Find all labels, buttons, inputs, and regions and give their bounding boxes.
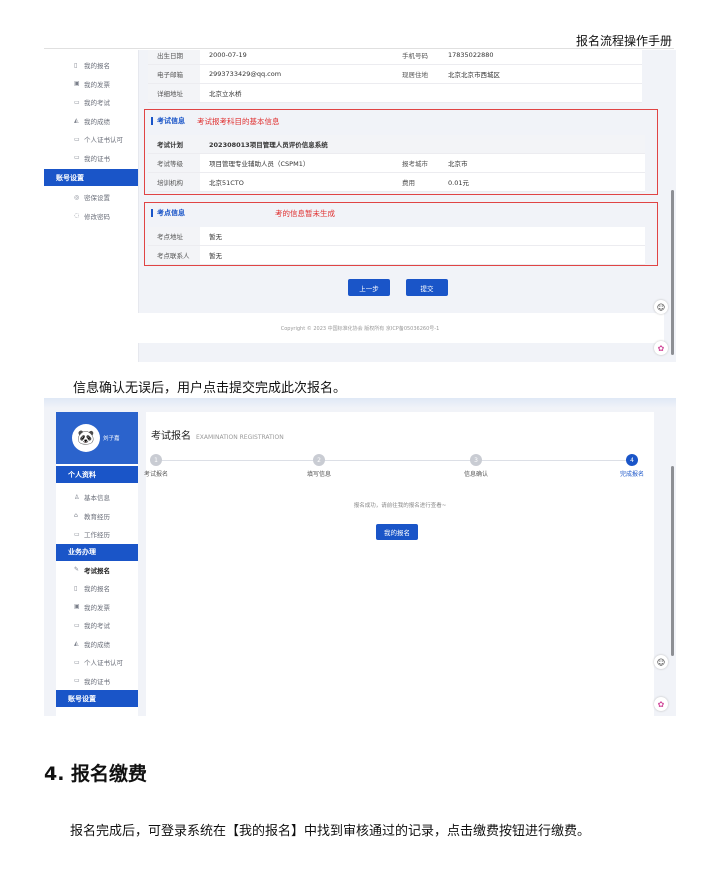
step-1: 1 考试报名 <box>116 454 196 478</box>
sidebar-head-business[interactable]: 业务办理 <box>56 543 138 561</box>
briefcase-icon: ▭ <box>74 530 80 538</box>
exam-icon: ▭ <box>74 621 80 629</box>
sidebar-item-my-exam[interactable]: ▭ 我的考试 <box>56 616 138 635</box>
avatar-icon[interactable]: 🐼 <box>72 424 100 452</box>
sidebar-item-change-password[interactable]: ◌ 修改密码 <box>44 207 138 226</box>
user-icon: ♙ <box>74 493 80 501</box>
section-paragraph: 报名完成后，可登录系统在【我的报名】中找到审核通过的记录，点击缴费按钮进行缴费。 <box>70 824 591 839</box>
my-registration-button[interactable]: 我的报名 <box>376 524 418 540</box>
sidebar-item-security[interactable]: ◎ 密保设置 <box>44 188 138 207</box>
brain-icon[interactable]: ✿ <box>654 697 668 711</box>
info-row: 电子邮箱 2993733429@qq.com 现居住地 北京北京市西城区 <box>148 65 642 84</box>
step-3: 3 信息确认 <box>436 454 516 478</box>
sidebar-item-education[interactable]: ⌂ 教育经历 <box>56 507 138 526</box>
copyright-footer: Copyright © 2023 中国标准化协会 版权所有 京ICP备05036… <box>56 313 664 343</box>
score-icon: ◭ <box>74 640 79 648</box>
info-row: 考点地址 暂无 <box>148 227 645 246</box>
scrollbar[interactable] <box>671 466 674 656</box>
site-info-annotation: 考的信息暂未生成 <box>275 208 335 218</box>
site-info-highlight: 考点信息 考的信息暂未生成 考点地址 暂无 考点联系人 暂无 <box>144 202 658 266</box>
sidebar-item-my-invoice[interactable]: ▣ 我的发票 <box>44 75 138 94</box>
exam-info-annotation: 考试报考科目的基本信息 <box>197 116 280 126</box>
sidebar-head-account[interactable]: 账号设置 <box>44 169 138 186</box>
sidebar-item-cert-recognition[interactable]: ▭ 个人证书认可 <box>44 130 138 149</box>
steps-track <box>158 460 630 461</box>
screenshot-confirm-info: ▯ 我的报名 ▣ 我的发票 ▭ 我的考试 ◭ 我的成绩 ▭ 个人证书认可 ▭ 我的证书 账号… <box>44 50 676 362</box>
site-info-title: 考点信息 考的信息暂未生成 <box>151 205 657 221</box>
chat-icon[interactable]: ☺ <box>654 655 668 669</box>
caption-text: 信息确认无误后，用户点击提交完成此次报名。 <box>73 381 347 396</box>
certificate-icon: ▭ <box>74 677 80 685</box>
score-icon: ◭ <box>74 117 79 125</box>
sidebar-item-my-invoice[interactable]: ▣ 我的发票 <box>56 598 138 617</box>
shield-icon: ◎ <box>74 193 80 201</box>
exam-icon: ▭ <box>74 98 80 106</box>
success-message: 报名成功，请前往我的报名进行查看~ <box>353 503 447 509</box>
cert-icon: ▭ <box>74 135 80 143</box>
sidebar-item-my-certificate[interactable]: ▭ 我的证书 <box>44 149 138 168</box>
brain-icon[interactable]: ✿ <box>654 341 668 355</box>
header-divider <box>44 48 674 49</box>
sidebar-item-my-score[interactable]: ◭ 我的成绩 <box>56 635 138 654</box>
step-4: 4 完成报名 <box>592 454 672 478</box>
file-icon: ▯ <box>74 584 78 592</box>
file-icon: ▯ <box>74 61 78 69</box>
info-row: 考点联系人 暂无 <box>148 246 645 265</box>
top-strip <box>44 398 676 408</box>
scrollbar[interactable] <box>671 190 674 355</box>
info-row: 出生日期 2000-07-19 手机号码 17835022880 <box>148 50 642 65</box>
certificate-icon: ▭ <box>74 154 80 162</box>
sidebar-item-cert-recognition[interactable]: ▭ 个人证书认可 <box>56 653 138 672</box>
step-2: 2 填写信息 <box>279 454 359 478</box>
education-icon: ⌂ <box>74 512 78 520</box>
sidebar-item-my-certificate[interactable]: ▭ 我的证书 <box>56 672 138 691</box>
sidebar-item-my-exam[interactable]: ▭ 我的考试 <box>44 93 138 112</box>
invoice-icon: ▣ <box>74 603 80 611</box>
cert-icon: ▭ <box>74 658 80 666</box>
sidebar-head-account[interactable]: 账号设置 <box>56 690 138 707</box>
sidebar-item-my-registration[interactable]: ▯ 我的报名 <box>44 56 138 75</box>
confirm-main: 出生日期 2000-07-19 手机号码 17835022880 电子邮箱 299373… <box>148 50 642 103</box>
section-heading: 4. 报名缴费 <box>44 763 148 785</box>
user-name: 刘子嘉 <box>103 436 120 442</box>
document-header: 报名流程操作手册 <box>575 34 672 48</box>
invoice-icon: ▣ <box>74 80 80 88</box>
pen-icon: ✎ <box>74 566 80 574</box>
lock-icon: ◌ <box>74 212 80 220</box>
info-row: 培训机构 北京51CTO 费用 0.01元 <box>148 173 645 192</box>
submit-button[interactable]: 提交 <box>406 279 448 296</box>
info-row: 考试等级 项目管理专业辅助人员（CSPM1） 报考城市 北京市 <box>148 154 645 173</box>
exam-info-title: 考试信息 考试报考科目的基本信息 <box>151 113 657 129</box>
page-subtitle: EXAMINATION REGISTRATION <box>196 434 284 441</box>
registration-main: 考试报名 EXAMINATION REGISTRATION 1 考试报名 2 填写信息… <box>144 412 654 716</box>
sidebar-item-my-score[interactable]: ◭ 我的成绩 <box>44 112 138 131</box>
info-row: 详细地址 北京立水桥 <box>148 84 642 103</box>
sidebar-item-my-registration[interactable]: ▯ 我的报名 <box>56 579 138 598</box>
sidebar-item-basic-info[interactable]: ♙ 基本信息 <box>56 488 138 507</box>
page-title: 考试报名 EXAMINATION REGISTRATION <box>151 431 284 442</box>
chat-icon[interactable]: ☺ <box>654 300 668 314</box>
exam-plan-row: 考试计划 202308013项目管理人员评价信息系统 <box>148 135 645 154</box>
sidebar-item-work[interactable]: ▭ 工作经历 <box>56 525 138 544</box>
sidebar-item-exam-registration[interactable]: ✎ 考试报名 <box>56 561 138 580</box>
screenshot-registration-complete: 🐼 刘子嘉 个人资料 ♙ 基本信息 ⌂ 教育经历 ▭ 工作经历 业务办理 ✎ 考试报名 … <box>44 398 676 716</box>
prev-step-button[interactable]: 上一步 <box>348 279 390 296</box>
exam-info-highlight: 考试信息 考试报考科目的基本信息 考试计划 202308013项目管理人员评价信息系… <box>144 109 658 195</box>
